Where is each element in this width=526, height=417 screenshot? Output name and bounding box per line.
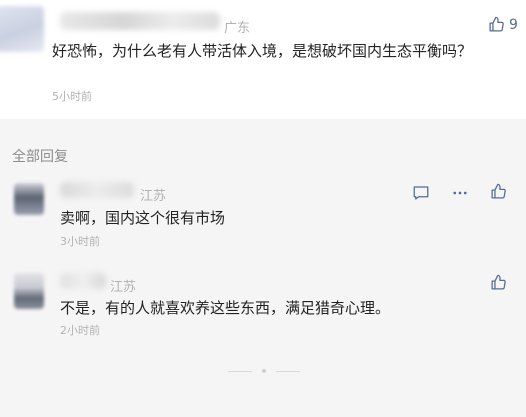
avatar[interactable] bbox=[14, 183, 44, 215]
timestamp: 5小时前 bbox=[52, 90, 92, 103]
like-count: 9 bbox=[509, 16, 518, 33]
timestamp: 3小时前 bbox=[60, 235, 100, 248]
timestamp: 2小时前 bbox=[60, 324, 100, 337]
avatar[interactable] bbox=[14, 273, 44, 309]
divider bbox=[228, 370, 252, 372]
top-comment: 广东 9 好恐怖，为什么老有人带活体入境，是想破坏国内生态平衡吗？ 5小时前 bbox=[0, 0, 526, 119]
section-title: 全部回复 bbox=[12, 149, 68, 165]
reply-text: 卖啊，国内这个很有市场 bbox=[60, 209, 226, 227]
loading-indicator bbox=[228, 369, 300, 373]
avatar[interactable] bbox=[0, 6, 44, 52]
thumbs-up-icon[interactable] bbox=[490, 183, 507, 200]
comment-text: 好恐怖，为什么老有人带活体入境，是想破坏国内生态平衡吗？ bbox=[52, 42, 473, 60]
more-icon[interactable] bbox=[451, 184, 469, 202]
username-redacted bbox=[60, 182, 134, 198]
comment-icon[interactable] bbox=[412, 184, 430, 202]
location-label: 广东 bbox=[224, 21, 251, 36]
like-button[interactable]: 9 bbox=[488, 16, 518, 33]
thumbs-up-icon[interactable] bbox=[490, 274, 507, 291]
location-label: 江苏 bbox=[110, 280, 137, 295]
dot bbox=[262, 369, 266, 373]
location-label: 江苏 bbox=[140, 189, 167, 204]
thumbs-up-icon bbox=[489, 16, 504, 32]
username-redacted bbox=[60, 12, 220, 30]
reply-text: 不是，有的人就喜欢养这些东西，满足猎奇心理。 bbox=[60, 299, 391, 317]
username-redacted bbox=[60, 273, 106, 289]
divider bbox=[276, 370, 300, 372]
